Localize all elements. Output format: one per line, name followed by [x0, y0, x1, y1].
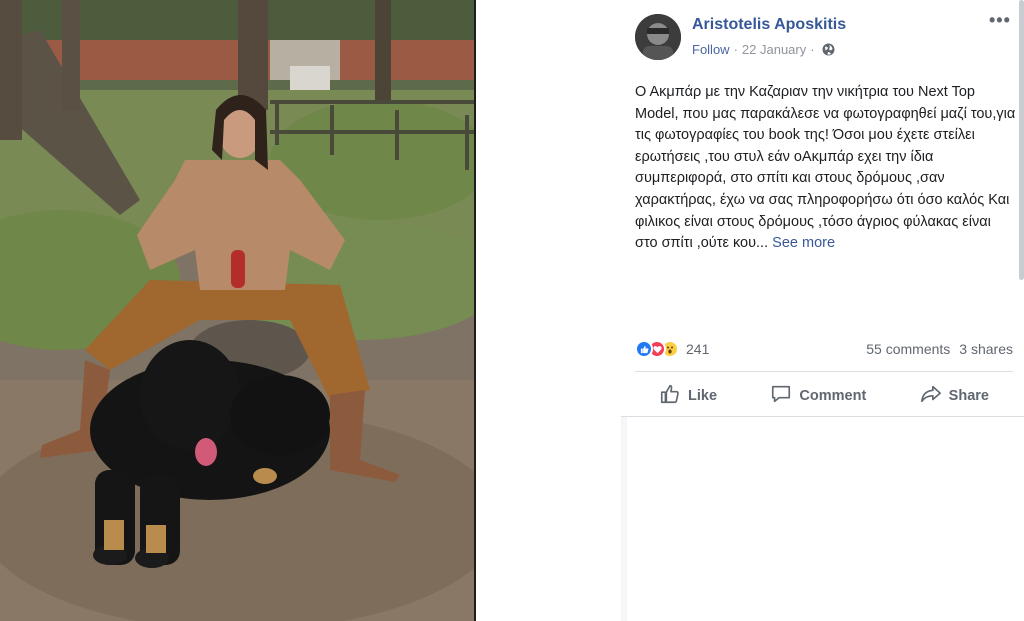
see-more-link[interactable]: See more — [772, 235, 835, 251]
share-arrow-icon — [920, 383, 942, 409]
comment-label: Comment — [799, 388, 867, 404]
post-meta: Follow · 22 January · — [692, 42, 835, 57]
photo-image — [0, 0, 474, 621]
follow-link[interactable]: Follow — [692, 42, 730, 57]
shares-count[interactable]: 3 shares — [959, 341, 1013, 357]
like-reaction-icon — [635, 340, 653, 358]
comment-bubble-icon — [770, 383, 792, 409]
engagement-stats: 55 comments 3 shares — [866, 341, 1013, 357]
post-panel: Aristotelis Aposkitis Follow · 22 Januar… — [476, 0, 1024, 621]
comment-button[interactable]: Comment — [746, 383, 890, 409]
share-label: Share — [948, 388, 989, 404]
author-name[interactable]: Aristotelis Aposkitis — [692, 16, 846, 34]
like-button[interactable]: Like — [635, 383, 741, 409]
divider — [635, 371, 1013, 372]
thumbs-up-icon — [659, 383, 681, 409]
meta-separator: · — [733, 42, 738, 57]
bottom-divider — [621, 416, 1024, 417]
meta-separator-2: · — [810, 42, 815, 57]
reactions-row: 241 55 comments 3 shares — [635, 338, 1013, 360]
reaction-count[interactable]: 241 — [686, 341, 709, 357]
comments-area-edge — [621, 417, 627, 621]
post-text: Ο Ακμπάρ με την Καζαριαν την νικήτρια το… — [635, 82, 1017, 255]
post-photo[interactable] — [0, 0, 474, 621]
post-date[interactable]: 22 January — [742, 42, 806, 57]
comments-count[interactable]: 55 comments — [866, 341, 950, 357]
author-avatar[interactable] — [635, 14, 681, 60]
post-body: Ο Ακμπάρ με την Καζαριαν την νικήτρια το… — [635, 84, 1016, 252]
more-options-icon[interactable]: ••• — [989, 10, 1011, 31]
action-bar: Like Comment Share — [635, 378, 1013, 414]
scrollbar[interactable] — [1019, 0, 1024, 280]
reaction-icons[interactable] — [635, 340, 679, 358]
globe-icon[interactable] — [822, 43, 835, 56]
share-button[interactable]: Share — [896, 383, 1013, 409]
like-label: Like — [688, 388, 718, 404]
